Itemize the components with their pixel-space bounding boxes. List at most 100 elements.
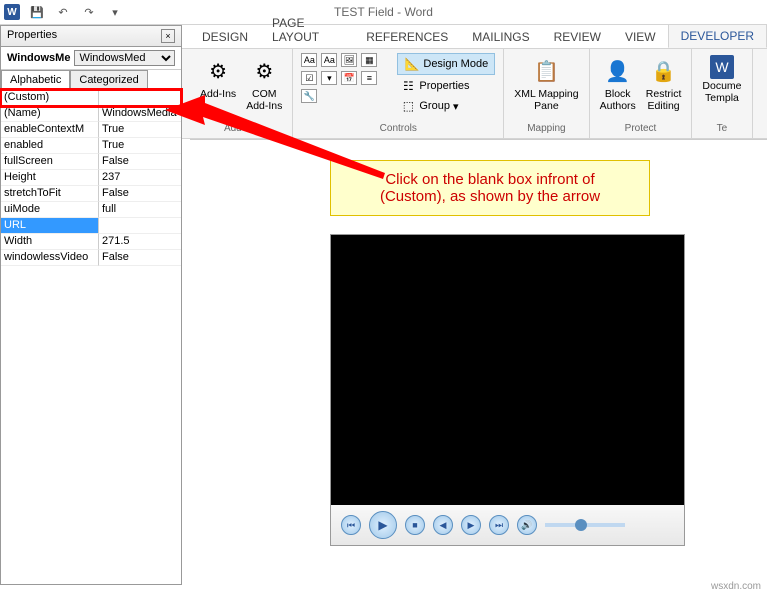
property-key: stretchToFit — [1, 186, 99, 202]
property-value[interactable]: False — [99, 186, 181, 202]
save-button[interactable]: 💾 — [28, 3, 46, 21]
next-track-button[interactable]: ⏭ — [489, 515, 509, 535]
addins-button[interactable]: ⚙ Add-Ins — [198, 53, 238, 103]
properties-button[interactable]: ☷ Properties — [397, 77, 495, 95]
properties-object-selector: WindowsMe WindowsMed — [1, 47, 181, 70]
property-row[interactable]: fullScreenFalse — [1, 154, 181, 170]
ribbon-group-templates: W Docume Templa Te — [692, 49, 752, 138]
undo-button[interactable]: ↶ — [54, 3, 72, 21]
tab-categorized[interactable]: Categorized — [70, 70, 147, 89]
property-value[interactable]: WindowsMedia — [99, 106, 181, 122]
property-key: fullScreen — [1, 154, 99, 170]
tab-view[interactable]: VIEW — [613, 26, 668, 48]
property-row[interactable]: stretchToFitFalse — [1, 186, 181, 202]
properties-tabs: Alphabetic Categorized — [1, 70, 181, 89]
tab-alphabetic[interactable]: Alphabetic — [1, 70, 70, 89]
ctrl-combo-icon[interactable]: ▾ — [321, 71, 337, 85]
ctrl-legacy-icon[interactable]: 🔧 — [301, 89, 317, 103]
xml-mapping-button[interactable]: 📋 XML Mapping Pane — [512, 53, 580, 114]
design-mode-button[interactable]: 📐 Design Mode — [397, 53, 495, 75]
addins-icon: ⚙ — [202, 55, 234, 87]
property-key: Width — [1, 234, 99, 250]
properties-grid: (Custom) (Name)WindowsMedia enableContex… — [1, 89, 181, 266]
property-value[interactable]: 271.5 — [99, 234, 181, 250]
block-authors-label: Block Authors — [600, 89, 636, 112]
property-row[interactable]: windowlessVideoFalse — [1, 250, 181, 266]
block-authors-icon: 👤 — [602, 55, 634, 87]
control-icons: Aa Aa 🖼 ▦ ☑ ▾ 📅 ≡ 🔧 — [301, 53, 391, 103]
xml-mapping-label: XML Mapping Pane — [514, 89, 578, 112]
restrict-editing-icon: 🔒 — [648, 55, 680, 87]
ctrl-plaintext-icon[interactable]: Aa — [321, 53, 337, 67]
properties-label: Properties — [419, 80, 469, 92]
tab-review[interactable]: REVIEW — [542, 26, 613, 48]
property-row[interactable]: Height237 — [1, 170, 181, 186]
block-authors-button[interactable]: 👤 Block Authors — [598, 53, 638, 114]
property-key: enableContextM — [1, 122, 99, 138]
document-template-button[interactable]: W Docume Templa — [700, 53, 743, 106]
properties-icon: ☷ — [400, 78, 416, 94]
property-row[interactable]: (Name)WindowsMedia — [1, 106, 181, 122]
tab-mailings[interactable]: MAILINGS — [460, 26, 541, 48]
volume-button[interactable]: 🔊 — [517, 515, 537, 535]
forward-button[interactable]: ▶ — [461, 515, 481, 535]
close-icon[interactable]: × — [161, 29, 175, 43]
ctrl-checkbox-icon[interactable]: ☑ — [301, 71, 317, 85]
group-label-controls: Controls — [301, 123, 495, 134]
addins-label: Add-Ins — [200, 89, 236, 101]
property-key: Height — [1, 170, 99, 186]
slider-thumb-icon[interactable] — [575, 519, 587, 531]
property-row[interactable]: enabledTrue — [1, 138, 181, 154]
title-bar: W 💾 ↶ ↷ ▾ TEST Field - Word — [0, 0, 767, 25]
group-button[interactable]: ⬚ Group ▾ — [397, 97, 495, 115]
play-button[interactable]: ▶ — [369, 511, 397, 539]
callout-line1: Click on the blank box infront of — [349, 171, 631, 188]
group-label-templates: Te — [700, 123, 743, 134]
ctrl-date-icon[interactable]: 📅 — [341, 71, 357, 85]
ctrl-buildingblock-icon[interactable]: ▦ — [361, 53, 377, 67]
watermark: wsxdn.com — [711, 581, 761, 592]
group-label: Group — [419, 100, 450, 112]
object-type-dropdown[interactable]: WindowsMed — [74, 50, 175, 66]
prev-track-button[interactable]: ⏮ — [341, 515, 361, 535]
property-row[interactable]: Width271.5 — [1, 234, 181, 250]
ctrl-richtext-icon[interactable]: Aa — [301, 53, 317, 67]
stop-button[interactable]: ■ — [405, 515, 425, 535]
media-player-control[interactable]: ⏮ ▶ ■ ◀ ▶ ⏭ 🔊 — [330, 234, 685, 546]
tab-references[interactable]: REFERENCES — [354, 26, 460, 48]
property-value[interactable]: False — [99, 250, 181, 266]
ctrl-dropdown-icon[interactable]: ≡ — [361, 71, 377, 85]
document-template-icon: W — [710, 55, 734, 79]
redo-button[interactable]: ↷ — [80, 3, 98, 21]
property-value[interactable]: False — [99, 154, 181, 170]
property-row[interactable]: enableContextMTrue — [1, 122, 181, 138]
restrict-editing-button[interactable]: 🔒 Restrict Editing — [644, 53, 684, 114]
property-value[interactable] — [99, 218, 181, 234]
tab-design[interactable]: DESIGN — [190, 26, 260, 48]
group-icon: ⬚ — [400, 98, 416, 114]
property-key: uiMode — [1, 202, 99, 218]
property-key: windowlessVideo — [1, 250, 99, 266]
property-row-url[interactable]: URL — [1, 218, 181, 234]
volume-slider[interactable] — [545, 523, 625, 527]
property-key: (Name) — [1, 106, 99, 122]
property-value[interactable]: True — [99, 122, 181, 138]
qat-customize-icon[interactable]: ▾ — [106, 3, 124, 21]
rewind-button[interactable]: ◀ — [433, 515, 453, 535]
chevron-down-icon: ▾ — [453, 100, 459, 113]
ribbon-group-addins: ⚙ Add-Ins ⚙ COM Add-Ins Add-Ins — [190, 49, 293, 138]
property-value[interactable] — [99, 90, 181, 106]
property-value[interactable]: 237 — [99, 170, 181, 186]
tab-developer[interactable]: DEVELOPER — [668, 24, 767, 48]
property-value[interactable]: full — [99, 202, 181, 218]
com-addins-button[interactable]: ⚙ COM Add-Ins — [244, 53, 284, 114]
ctrl-picture-icon[interactable]: 🖼 — [341, 53, 357, 67]
ribbon-group-mapping: 📋 XML Mapping Pane Mapping — [504, 49, 589, 138]
object-name: WindowsMe — [7, 52, 70, 64]
properties-panel: Properties × WindowsMe WindowsMed Alphab… — [0, 25, 182, 585]
design-mode-icon: 📐 — [404, 56, 420, 72]
property-row[interactable]: uiModefull — [1, 202, 181, 218]
callout-line2: (Custom), as shown by the arrow — [349, 188, 631, 205]
property-value[interactable]: True — [99, 138, 181, 154]
property-row-custom[interactable]: (Custom) — [1, 90, 181, 106]
